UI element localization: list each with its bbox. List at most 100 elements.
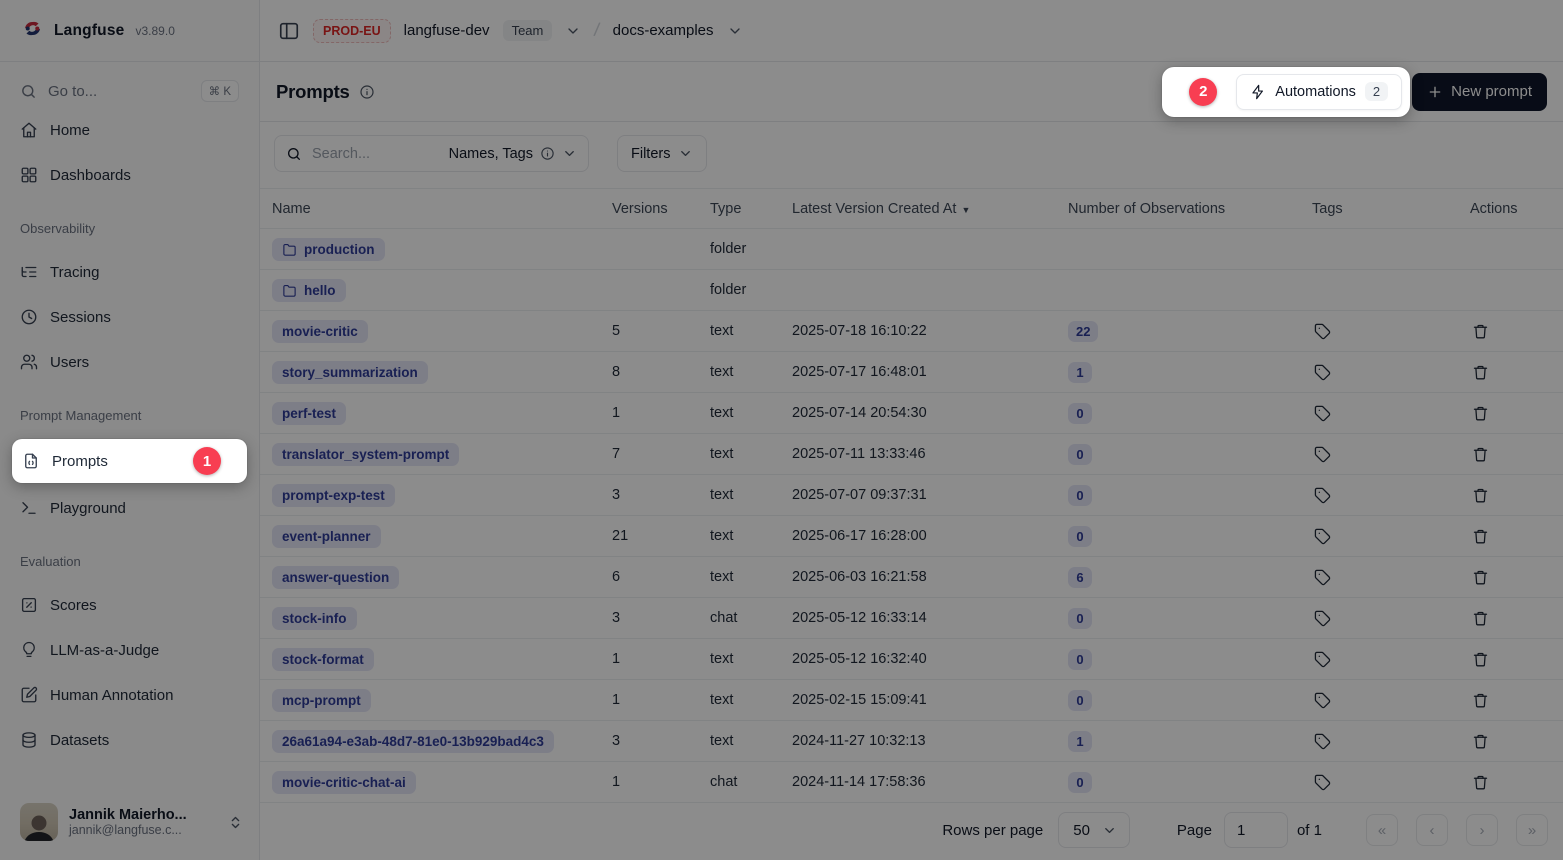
prompt-name-badge[interactable]: movie-critic <box>272 320 368 343</box>
org-chevron-down-icon[interactable] <box>565 23 581 39</box>
sidebar-item-dashboards[interactable]: Dashboards <box>12 155 247 195</box>
project-chevron-down-icon[interactable] <box>727 23 743 39</box>
delete-prompt-button[interactable] <box>1470 690 1491 711</box>
llm-judge-icon <box>20 641 38 659</box>
sidebar-item-home[interactable]: Home <box>12 110 247 150</box>
folder-name-badge[interactable]: hello <box>272 279 346 302</box>
observations-cell: 6 <box>1068 567 1092 588</box>
chevrons-up-down-icon <box>228 815 243 830</box>
name-cell: hello <box>272 279 346 302</box>
sidebar-toggle-button[interactable] <box>278 20 300 42</box>
tag-icon[interactable] <box>1312 444 1333 465</box>
sidebar-item-prompts[interactable]: Prompts1 <box>12 439 247 483</box>
prompt-name-badge[interactable]: prompt-exp-test <box>272 484 395 507</box>
prompt-name-badge[interactable]: story_summarization <box>272 361 428 384</box>
sidebar-item-tracing[interactable]: Tracing <box>12 252 247 292</box>
sidebar-section-label: Prompt Management <box>12 408 247 423</box>
prompt-name-badge[interactable]: stock-format <box>272 648 374 671</box>
prompt-name-badge[interactable]: event-planner <box>272 525 381 548</box>
observations-count-badge: 0 <box>1068 608 1092 629</box>
next-page-button[interactable]: › <box>1466 814 1498 846</box>
tag-icon[interactable] <box>1312 567 1333 588</box>
last-page-button[interactable]: » <box>1516 814 1548 846</box>
delete-prompt-button[interactable] <box>1470 772 1491 793</box>
delete-prompt-button[interactable] <box>1470 608 1491 629</box>
tag-icon[interactable] <box>1312 772 1333 793</box>
prompt-name-badge[interactable]: perf-test <box>272 402 346 425</box>
type-cell: text <box>710 364 733 380</box>
sidebar-item-users[interactable]: Users <box>12 342 247 382</box>
column-header-tags[interactable]: Tags <box>1312 201 1343 217</box>
versions-cell: 7 <box>612 446 620 462</box>
rows-per-page-select[interactable]: 50 <box>1058 812 1130 848</box>
column-header-actions[interactable]: Actions <box>1470 201 1518 217</box>
delete-prompt-button[interactable] <box>1470 444 1491 465</box>
prompt-name-badge[interactable]: stock-info <box>272 607 357 630</box>
delete-prompt-button[interactable] <box>1470 485 1491 506</box>
sidebar-item-playground[interactable]: Playground <box>12 488 247 528</box>
tag-icon[interactable] <box>1312 608 1333 629</box>
prompt-name-badge[interactable]: mcp-prompt <box>272 689 371 712</box>
sidebar-item-human-annotation[interactable]: Human Annotation <box>12 675 247 715</box>
prev-page-button[interactable]: ‹ <box>1416 814 1448 846</box>
tag-icon[interactable] <box>1312 362 1333 383</box>
delete-prompt-button[interactable] <box>1470 567 1491 588</box>
tag-icon[interactable] <box>1312 526 1333 547</box>
observations-cell: 0 <box>1068 485 1092 506</box>
column-header-type[interactable]: Type <box>710 201 741 217</box>
info-icon[interactable] <box>359 84 375 100</box>
project-name[interactable]: docs-examples <box>613 22 714 39</box>
name-cell: stock-info <box>272 607 357 630</box>
sidebar-item-datasets[interactable]: Datasets <box>12 720 247 760</box>
tag-icon[interactable] <box>1312 731 1333 752</box>
sidebar-item-sessions[interactable]: Sessions <box>12 297 247 337</box>
table-row: movie-critic5text2025-07-18 16:10:2222 <box>260 311 1563 352</box>
type-cell: text <box>710 569 733 585</box>
tag-icon[interactable] <box>1312 403 1333 424</box>
new-prompt-button[interactable]: New prompt <box>1412 73 1547 111</box>
prompt-name-badge[interactable]: translator_system-prompt <box>272 443 459 466</box>
table-row: perf-test1text2025-07-14 20:54:300 <box>260 393 1563 434</box>
actions-cell <box>1470 731 1491 752</box>
name-cell: 26a61a94-e3ab-48d7-81e0-13b929bad4c3 <box>272 730 554 753</box>
users-icon <box>20 353 38 371</box>
filters-button[interactable]: Filters <box>617 135 707 172</box>
org-name[interactable]: langfuse-dev <box>404 22 490 39</box>
sessions-icon <box>20 308 38 326</box>
chevron-down-icon <box>678 146 693 161</box>
first-page-button[interactable]: « <box>1366 814 1398 846</box>
column-header-versions[interactable]: Versions <box>612 201 668 217</box>
delete-prompt-button[interactable] <box>1470 526 1491 547</box>
delete-prompt-button[interactable] <box>1470 321 1491 342</box>
page-input[interactable] <box>1224 812 1288 848</box>
sidebar-item-llm-as-a-judge[interactable]: LLM-as-a-Judge <box>12 630 247 670</box>
user-menu[interactable]: Jannik Maierho... jannik@langfuse.c... <box>0 784 259 860</box>
observations-count-badge: 0 <box>1068 403 1092 424</box>
search-scope-select[interactable]: Names, Tags <box>449 146 577 162</box>
delete-prompt-button[interactable] <box>1470 731 1491 752</box>
tag-icon[interactable] <box>1312 485 1333 506</box>
delete-prompt-button[interactable] <box>1470 362 1491 383</box>
observations-cell: 0 <box>1068 649 1092 670</box>
delete-prompt-button[interactable] <box>1470 649 1491 670</box>
name-cell: answer-question <box>272 566 399 589</box>
observations-count-badge: 1 <box>1068 731 1092 752</box>
tag-icon[interactable] <box>1312 690 1333 711</box>
goto-search[interactable]: Go to... ⌘ K <box>12 72 247 110</box>
automations-button[interactable]: Automations 2 <box>1236 74 1402 110</box>
tag-icon[interactable] <box>1312 321 1333 342</box>
prompt-name-badge[interactable]: 26a61a94-e3ab-48d7-81e0-13b929bad4c3 <box>272 730 554 753</box>
delete-prompt-button[interactable] <box>1470 403 1491 424</box>
prompt-name-badge[interactable]: answer-question <box>272 566 399 589</box>
folder-name-badge[interactable]: production <box>272 238 385 261</box>
column-header-name[interactable]: Name <box>272 201 311 217</box>
prompt-name-badge[interactable]: movie-critic-chat-ai <box>272 771 416 794</box>
sidebar-item-scores[interactable]: Scores <box>12 585 247 625</box>
tag-icon[interactable] <box>1312 649 1333 670</box>
breadcrumb: PROD-EU langfuse-dev Team / docs-example… <box>260 0 1563 62</box>
actions-cell <box>1470 567 1491 588</box>
column-header-number-of-observations[interactable]: Number of Observations <box>1068 201 1225 217</box>
search-input[interactable] <box>312 146 439 162</box>
versions-cell: 3 <box>612 610 620 626</box>
column-header-latest-version-created-at[interactable]: Latest Version Created At▼ <box>792 201 970 217</box>
